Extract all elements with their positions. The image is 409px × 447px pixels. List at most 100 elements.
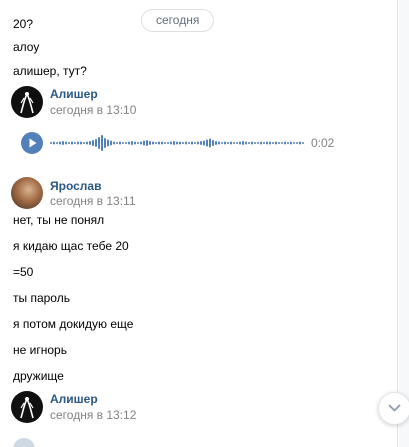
- waveform-bar: [281, 142, 283, 144]
- waveform-bar: [251, 141, 253, 145]
- waveform-bar: [248, 142, 250, 144]
- message-text: алоу: [13, 40, 40, 54]
- waveform-bar: [92, 140, 94, 146]
- waveform-bar: [227, 142, 229, 144]
- waveform-bar: [104, 138, 106, 148]
- message-text: алишер, тут?: [13, 64, 87, 78]
- waveform-bar: [272, 142, 274, 144]
- waveform-bar: [239, 141, 241, 145]
- waveform-bar: [125, 142, 127, 144]
- waveform-bar: [149, 141, 151, 145]
- play-button[interactable]: [21, 132, 43, 154]
- waveform-bar: [140, 141, 142, 145]
- waveform-bar: [302, 142, 304, 144]
- waveform-bar: [143, 140, 145, 146]
- waveform-bar: [152, 141, 154, 145]
- avatar[interactable]: [11, 86, 43, 118]
- waveform-bar: [74, 142, 76, 144]
- waveform-bar: [134, 141, 136, 145]
- waveform-bar: [233, 142, 235, 144]
- waveform-bar: [218, 141, 220, 145]
- waveform-bar: [65, 141, 67, 145]
- waveform-bar: [197, 141, 199, 145]
- waveform-bar: [146, 140, 148, 146]
- scrollbar[interactable]: [399, 0, 409, 447]
- waveform-bar: [278, 142, 280, 144]
- waveform-bar: [161, 141, 163, 145]
- waveform-bar: [71, 141, 73, 145]
- waveform-bar: [206, 139, 208, 147]
- message-text: не игнорь: [13, 343, 67, 357]
- waveform-bar: [221, 142, 223, 144]
- waveform-bar: [182, 142, 184, 144]
- waveform-bar: [173, 141, 175, 145]
- waveform-bar: [275, 141, 277, 145]
- waveform-bar: [170, 141, 172, 145]
- message-text: 20?: [13, 17, 34, 31]
- waveform-bar: [89, 141, 91, 145]
- waveform-bar: [98, 137, 100, 149]
- waveform-bar: [287, 142, 289, 144]
- waveform-bar: [113, 141, 115, 145]
- message-text: нет, ты не понял: [13, 213, 105, 227]
- waveform-bar: [179, 141, 181, 145]
- waveform-bar: [212, 140, 214, 146]
- waveform-bar: [83, 142, 85, 144]
- message-time[interactable]: сегодня в 13:12: [50, 408, 136, 422]
- waveform-bar: [299, 141, 301, 145]
- avatar[interactable]: [11, 391, 43, 423]
- waveform-bar: [209, 138, 211, 148]
- waveform-bar: [245, 141, 247, 145]
- waveform-bar: [164, 142, 166, 144]
- waveform-bar: [203, 140, 205, 146]
- chevron-down-icon: [388, 404, 401, 412]
- waveform-bar: [266, 141, 268, 145]
- waveform-bar: [131, 141, 133, 145]
- waveform-bar: [158, 141, 160, 145]
- waveform-bar: [56, 142, 58, 144]
- waveform-bar: [188, 142, 190, 144]
- author-name[interactable]: Алишер: [50, 87, 98, 101]
- waveform-bar: [62, 141, 64, 145]
- waveform-bar: [236, 142, 238, 144]
- message-time[interactable]: сегодня в 13:10: [50, 103, 136, 117]
- waveform-bar: [50, 142, 52, 144]
- waveform-bar: [110, 140, 112, 146]
- play-icon: [29, 138, 37, 148]
- waveform-bar: [77, 141, 79, 145]
- author-name[interactable]: Ярослав: [50, 179, 101, 193]
- waveform-bar: [80, 141, 82, 145]
- next-message-avatar: [13, 438, 35, 447]
- message-text: дружище: [13, 369, 64, 383]
- waveform-bar: [185, 141, 187, 145]
- waveform-bar: [215, 141, 217, 145]
- message-time[interactable]: сегодня в 13:11: [50, 194, 136, 208]
- waveform-bar: [284, 141, 286, 145]
- voice-duration: 0:02: [311, 136, 335, 150]
- message-text: я кидаю щас тебе 20: [13, 239, 129, 253]
- waveform-bar: [191, 141, 193, 145]
- waveform-bar: [53, 141, 55, 145]
- message-text: я потом докидую еще: [13, 317, 134, 331]
- waveform-bar: [296, 142, 298, 144]
- waveform-bar: [116, 142, 118, 144]
- voice-waveform[interactable]: [50, 132, 306, 154]
- waveform-bar: [122, 142, 124, 144]
- waveform-bar: [200, 141, 202, 145]
- author-name[interactable]: Алишер: [50, 392, 98, 406]
- avatar[interactable]: [11, 177, 43, 209]
- scroll-down-button[interactable]: [378, 392, 409, 425]
- message-text: =50: [13, 265, 34, 279]
- waveform-bar: [224, 141, 226, 145]
- waveform-bar: [263, 142, 265, 144]
- waveform-bar: [119, 141, 121, 145]
- waveform-bar: [293, 142, 295, 144]
- waveform-bar: [269, 141, 271, 145]
- waveform-bar: [242, 141, 244, 145]
- waveform-bar: [68, 142, 70, 144]
- date-divider[interactable]: сегодня: [141, 9, 215, 32]
- waveform-bar: [257, 142, 259, 144]
- waveform-bar: [254, 142, 256, 144]
- waveform-bar: [176, 141, 178, 145]
- waveform-bar: [230, 141, 232, 145]
